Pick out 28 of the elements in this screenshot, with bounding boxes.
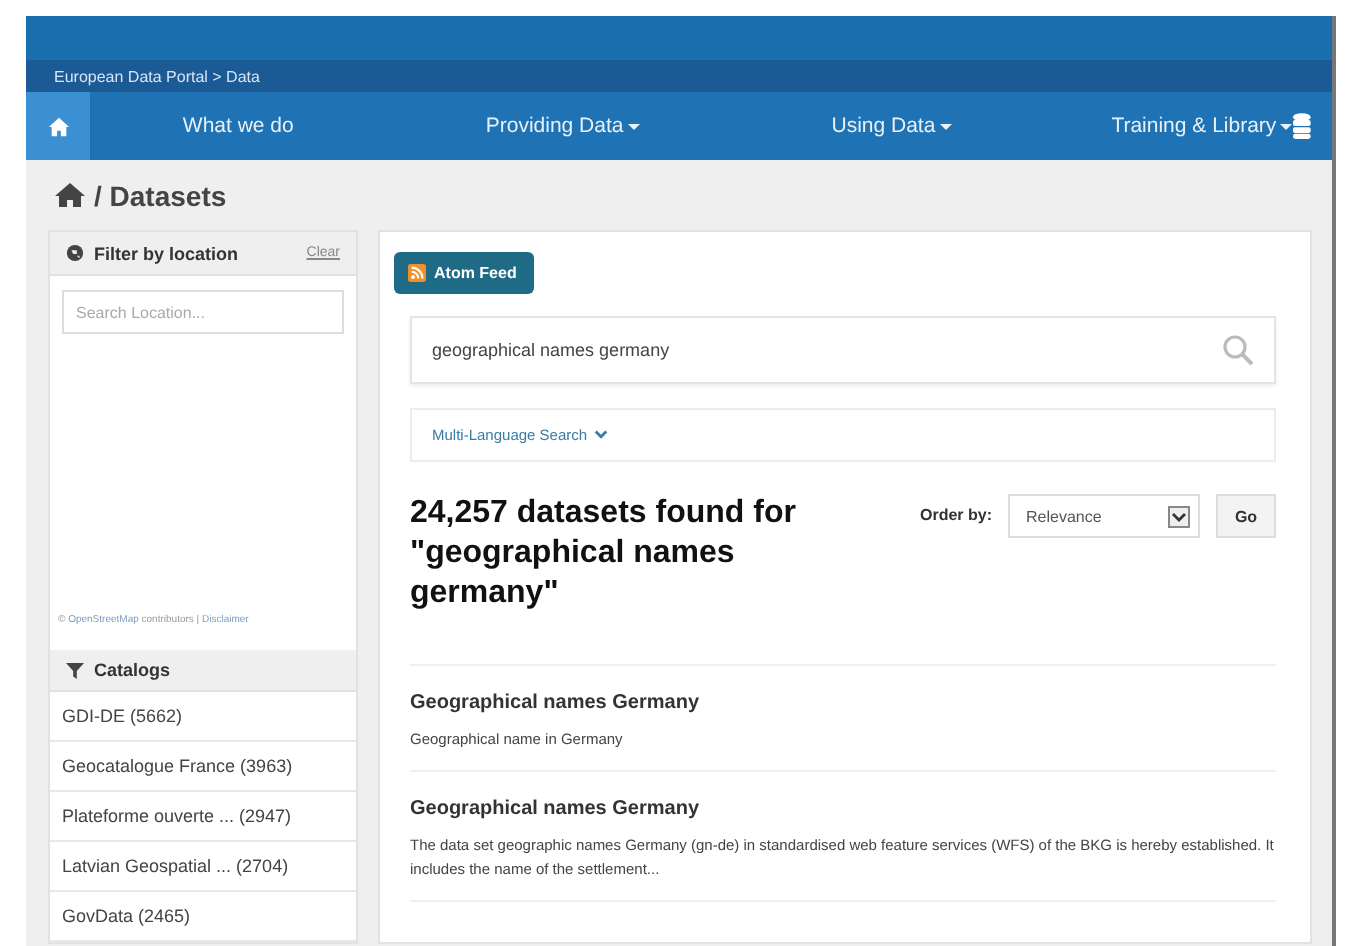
nav-link[interactable]: Using Data xyxy=(831,114,952,138)
nav-link[interactable]: What we do xyxy=(182,114,294,138)
catalog-item[interactable]: Latvian Geospatial ... (2704) xyxy=(50,842,356,892)
search-field[interactable]: geographical names germany xyxy=(410,316,1276,384)
order-select[interactable]: Relevance xyxy=(1008,494,1200,538)
catalog-item[interactable]: GDI-DE (5662) xyxy=(50,692,356,742)
catalog-item[interactable]: Plateforme ouverte ... (2947) xyxy=(50,792,356,842)
filter-title: Filter by location xyxy=(94,243,239,263)
atom-feed-button[interactable]: Atom Feed xyxy=(394,252,535,294)
result-title[interactable]: Geographical names Germany xyxy=(410,692,1276,714)
result-title[interactable]: Geographical names Germany xyxy=(410,798,1276,820)
catalog-item[interactable]: GovData (2465) xyxy=(50,892,356,942)
go-button[interactable]: Go xyxy=(1216,494,1276,538)
catalog-item[interactable]: Geocatalogue France (3963) xyxy=(50,742,356,792)
catalogs-title: Catalogs xyxy=(94,660,171,680)
home-icon[interactable] xyxy=(54,182,86,208)
filter-icon xyxy=(66,661,84,679)
chevron-down-icon xyxy=(593,430,608,440)
home-button[interactable] xyxy=(26,92,91,160)
database-icon[interactable] xyxy=(1292,112,1312,140)
breadcrumb-link[interactable]: European Data Portal > Data xyxy=(54,67,260,85)
results-heading: 24,257 datasets found for "geographical names germany" xyxy=(410,494,798,614)
rss-icon xyxy=(408,264,426,282)
location-search-field[interactable]: Search Location... xyxy=(62,290,344,334)
home-icon xyxy=(47,115,70,137)
page-title: / Datasets xyxy=(94,179,227,211)
order-by-label: Order by: xyxy=(919,506,992,524)
nav-link[interactable]: Providing Data xyxy=(485,114,640,138)
